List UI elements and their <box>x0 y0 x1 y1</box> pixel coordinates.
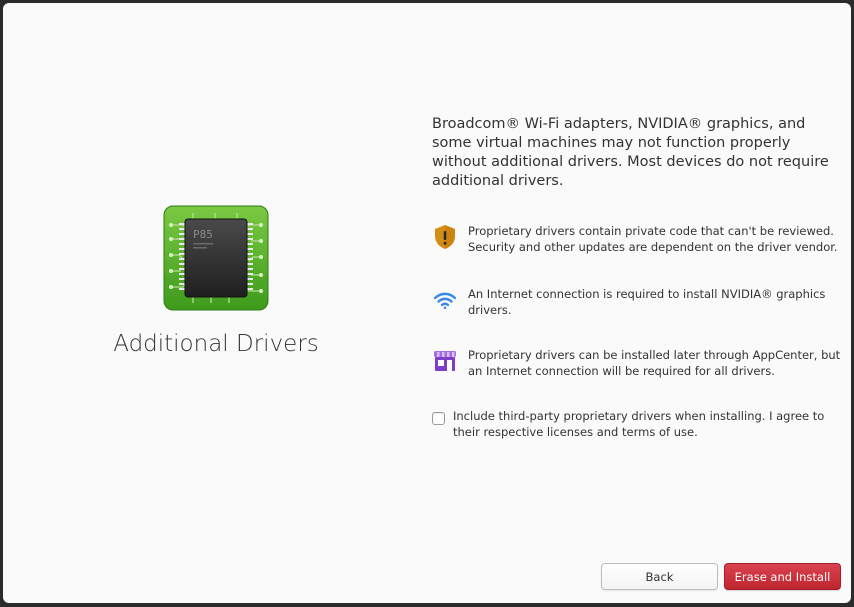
shield-warning-icon <box>432 224 458 250</box>
back-button[interactable]: Back <box>601 563 718 590</box>
info-item-text: Proprietary drivers contain private code… <box>468 224 838 254</box>
sidebar-panel: P85 Additional Drivers <box>3 3 429 603</box>
info-item-text: Proprietary drivers can be installed lat… <box>468 348 841 378</box>
third-party-drivers-label[interactable]: Include third-party proprietary drivers … <box>453 409 847 440</box>
info-item-proprietary: Proprietary drivers contain private code… <box>432 224 847 255</box>
page-title: Additional Drivers <box>113 331 319 357</box>
info-item-text: An Internet connection is required to in… <box>468 287 826 317</box>
info-item-appcenter: Proprietary drivers can be installed lat… <box>432 348 847 379</box>
third-party-drivers-option[interactable]: Include third-party proprietary drivers … <box>432 409 847 440</box>
chip-icon: P85 <box>163 205 269 311</box>
drivers-description: Broadcom® Wi-Fi adapters, NVIDIA® graphi… <box>432 116 829 189</box>
installer-window: P85 Additional Drivers Broadcom® Wi-Fi a… <box>3 3 851 603</box>
third-party-drivers-checkbox[interactable] <box>432 412 445 425</box>
chip-label: P85 <box>193 228 213 241</box>
erase-and-install-button[interactable]: Erase and Install <box>724 563 841 590</box>
wifi-icon <box>432 287 458 313</box>
appcenter-store-icon <box>432 348 458 374</box>
info-item-internet: An Internet connection is required to in… <box>432 287 847 318</box>
